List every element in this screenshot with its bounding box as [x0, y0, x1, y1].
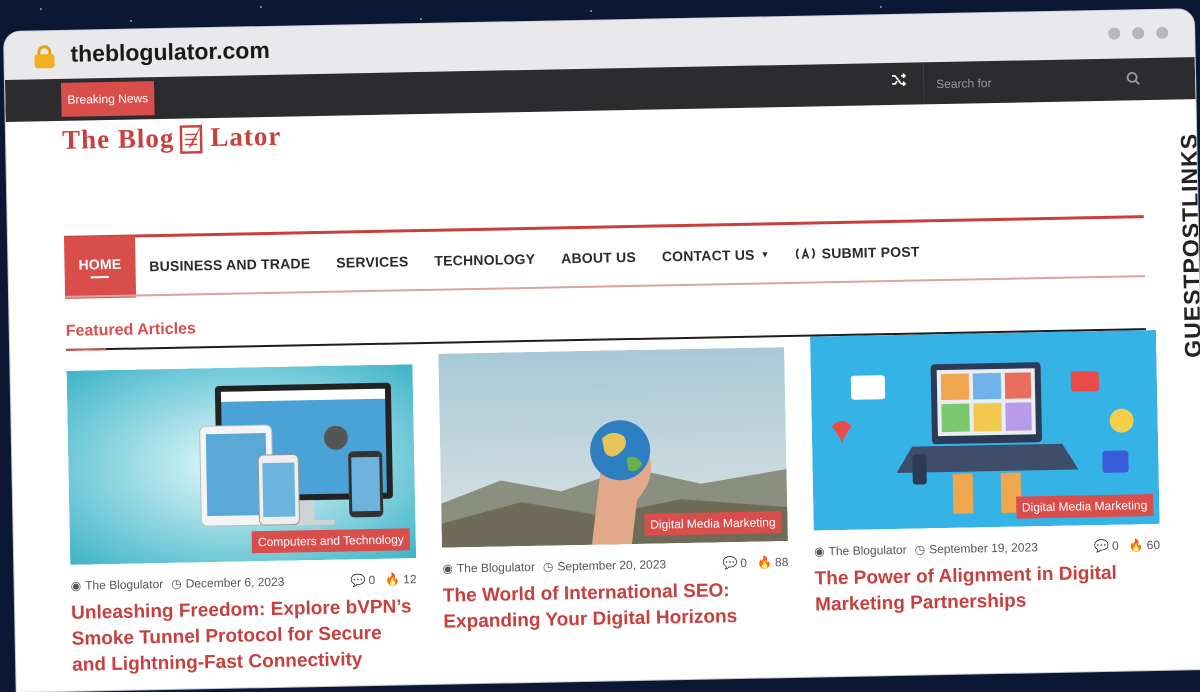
address-bar-url[interactable]: theblogulator.com	[70, 37, 270, 68]
user-icon: ◉	[70, 578, 82, 593]
article-meta: ◉ The Blogulator ◷ September 20, 2023 💬 0 🔥…	[442, 555, 788, 576]
search-box	[922, 58, 1155, 104]
views-value: 88	[774, 555, 789, 570]
clock-icon: ◷	[171, 576, 182, 591]
author[interactable]: ◉ The Blogulator	[71, 577, 164, 593]
nav-item-submit-post[interactable]: SUBMIT POST	[796, 243, 920, 261]
lock-icon	[34, 45, 55, 69]
comment-count[interactable]: 💬 0	[722, 556, 747, 570]
article-stats: 💬 0 🔥 12	[351, 572, 417, 587]
author-name: The Blogulator	[828, 542, 907, 559]
breaking-news-label[interactable]: Breaking News	[60, 81, 155, 117]
user-icon: ◉	[813, 544, 825, 559]
article-thumbnail[interactable]: Computers and Technology	[66, 364, 417, 565]
post-date: ◷ September 19, 2023	[915, 540, 1038, 556]
nav-label: SERVICES	[336, 252, 409, 271]
nav-label: HOME	[78, 255, 122, 273]
article-meta: ◉ The Blogulator ◷ September 19, 2023 💬 0 🔥…	[814, 538, 1160, 559]
user-icon: ◉	[442, 561, 454, 576]
comment-count[interactable]: 💬 0	[1094, 539, 1119, 553]
article-title[interactable]: The World of International SEO: Expandin…	[443, 577, 790, 636]
article-stats: 💬 0 🔥 88	[722, 555, 788, 570]
window-dot-icon[interactable]	[1108, 27, 1121, 40]
date-text: September 20, 2023	[557, 557, 667, 574]
logo-text-part1: The Blog	[61, 122, 175, 155]
author[interactable]: ◉ The Blogulator	[814, 543, 907, 559]
nav-item-services[interactable]: SERVICES	[336, 253, 408, 270]
logo-text-part2: Lator	[210, 120, 282, 152]
nav-label: BUSINESS AND TRADE	[149, 254, 311, 274]
comments-icon: 💬	[1093, 538, 1110, 554]
post-date: ◷ December 6, 2023	[171, 575, 284, 591]
nav-item-home[interactable]: HOME	[63, 235, 136, 299]
nav-label: TECHNOLOGY	[434, 250, 536, 269]
view-count: 🔥 12	[385, 572, 417, 587]
main-navigation: HOME BUSINESS AND TRADE SERVICES TECHNOL…	[63, 215, 1145, 302]
nav-item-business-and-trade[interactable]: BUSINESS AND TRADE	[149, 255, 310, 274]
search-icon[interactable]	[1126, 71, 1140, 85]
nav-label: SUBMIT POST	[821, 242, 920, 261]
article-thumbnail[interactable]: Digital Media Marketing	[809, 329, 1160, 531]
category-badge[interactable]: Digital Media Marketing	[1015, 494, 1154, 519]
flame-icon: 🔥	[385, 572, 401, 587]
comments-icon: 💬	[722, 556, 738, 571]
window-dot-icon[interactable]	[1156, 26, 1169, 39]
caret-down-icon: ▼	[760, 248, 770, 260]
author-name: The Blogulator	[456, 559, 536, 576]
guestpostlinks-badge: GUESTPOSTLINKS	[1169, 79, 1200, 370]
article-card[interactable]: Digital Media Marketing ◉ The Blogulator …	[809, 329, 1162, 665]
article-card[interactable]: Computers and Technology ◉ The Blogulator…	[66, 364, 419, 679]
clock-icon: ◷	[542, 559, 554, 574]
views-value: 60	[1146, 537, 1161, 553]
nav-item-contact-us[interactable]: CONTACT US ▼	[662, 246, 770, 264]
nav-item-technology[interactable]: TECHNOLOGY	[434, 250, 535, 268]
flame-icon: 🔥	[756, 555, 773, 570]
view-count: 🔥 60	[1129, 538, 1161, 553]
article-title[interactable]: Unleashing Freedom: Explore bVPN’s Smoke…	[71, 594, 418, 679]
article-thumbnail[interactable]: Digital Media Marketing	[438, 347, 788, 548]
comments-icon: 💬	[350, 573, 366, 588]
nav-item-about-us[interactable]: ABOUT US	[561, 248, 636, 265]
clock-icon: ◷	[914, 542, 926, 557]
quill-notepad-icon	[179, 120, 205, 154]
window-controls	[1108, 26, 1169, 40]
article-stats: 💬 0 🔥 60	[1094, 538, 1160, 553]
search-input[interactable]	[933, 69, 1109, 96]
article-card[interactable]: Digital Media Marketing ◉ The Blogulator …	[438, 347, 790, 672]
broadcast-icon	[796, 246, 816, 259]
site-logo[interactable]: The Blog Lator	[62, 117, 282, 159]
article-meta: ◉ The Blogulator ◷ December 6, 2023 💬 0 🔥 12	[71, 572, 417, 593]
nav-label: ABOUT US	[561, 248, 637, 266]
nav-label: CONTACT US	[661, 246, 755, 264]
flame-icon: 🔥	[1128, 538, 1144, 553]
comments-value: 0	[740, 555, 748, 570]
featured-cards: Computers and Technology ◉ The Blogulator…	[66, 329, 1163, 679]
date-text: December 6, 2023	[185, 574, 285, 591]
author[interactable]: ◉ The Blogulator	[442, 560, 535, 576]
view-count: 🔥 88	[757, 555, 789, 570]
post-date: ◷ September 20, 2023	[543, 557, 666, 573]
shuffle-icon[interactable]	[891, 72, 907, 92]
category-badge[interactable]: Digital Media Marketing	[643, 511, 782, 536]
comments-value: 0	[1111, 538, 1119, 553]
views-value: 12	[403, 572, 417, 587]
comment-count[interactable]: 💬 0	[351, 573, 376, 587]
comments-value: 0	[368, 572, 376, 588]
article-title[interactable]: The Power of Alignment in Digital Market…	[814, 560, 1161, 619]
browser-window: theblogulator.com Breaking News The Blog…	[4, 9, 1200, 692]
window-dot-icon[interactable]	[1132, 27, 1145, 40]
author-name: The Blogulator	[84, 577, 164, 593]
date-text: September 19, 2023	[928, 540, 1038, 557]
category-badge[interactable]: Computers and Technology	[251, 528, 411, 554]
